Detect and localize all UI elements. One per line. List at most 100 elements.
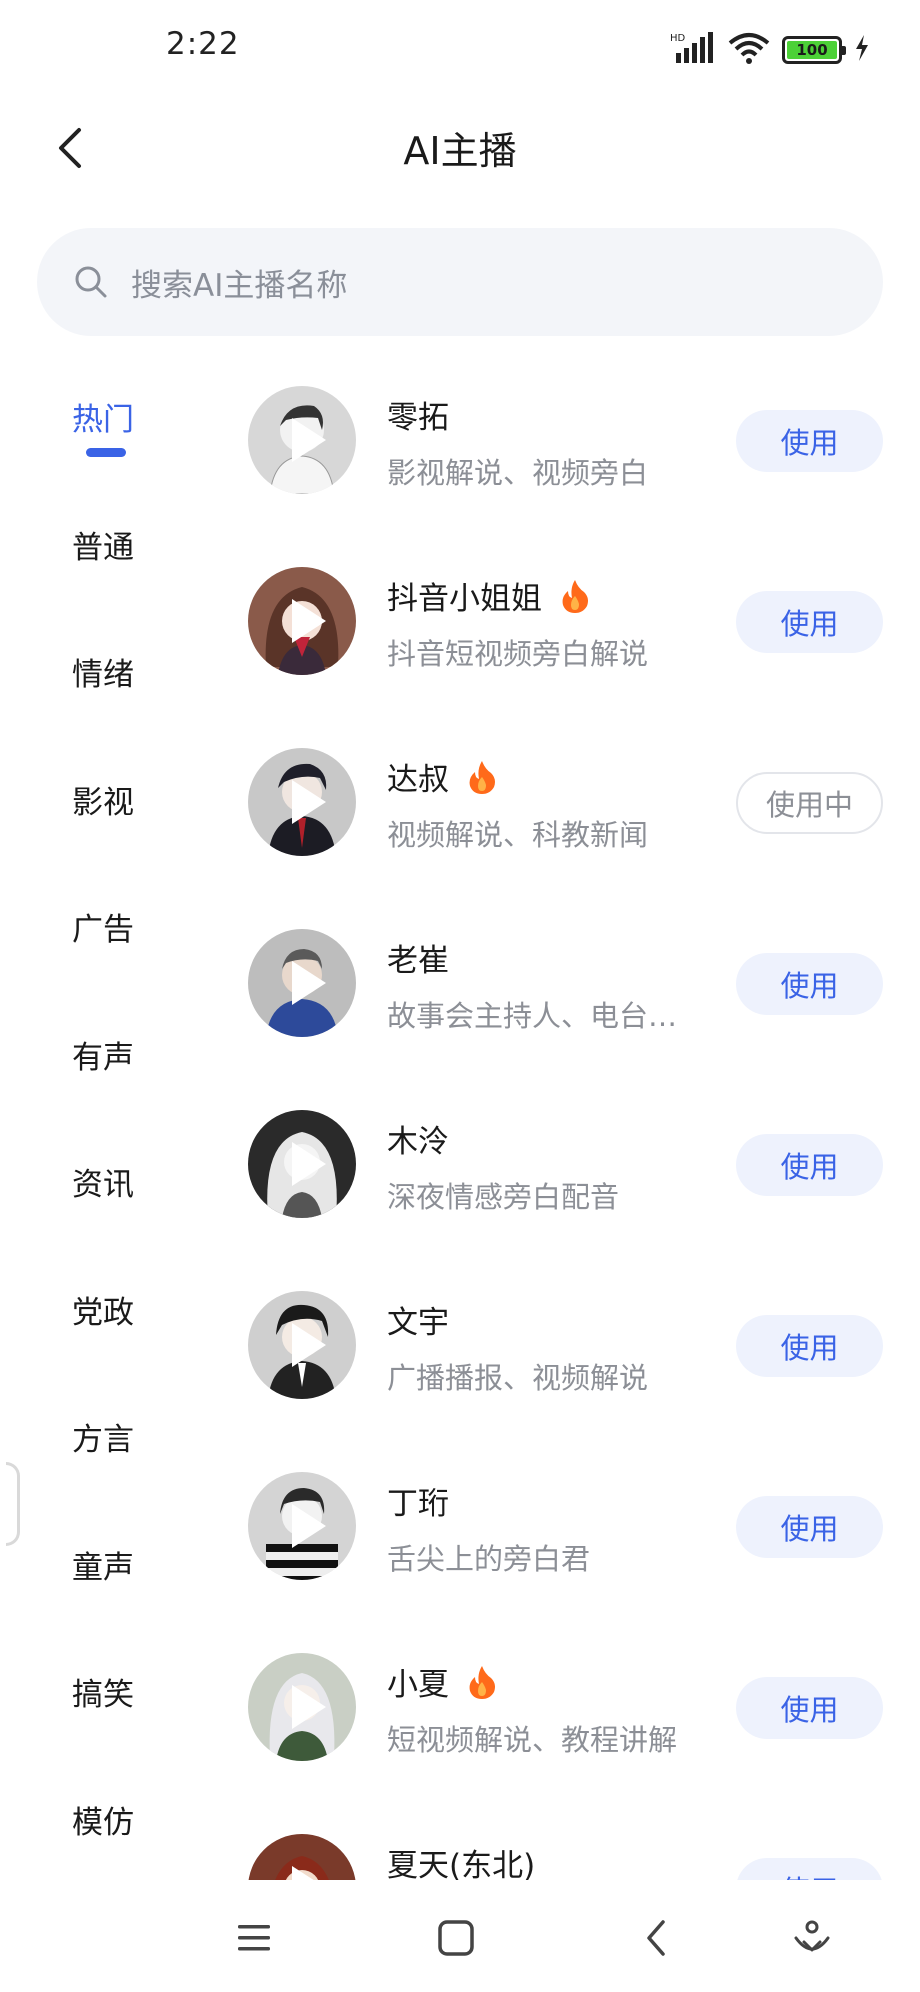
network-type-label: HD: [670, 33, 686, 44]
voice-name-line: 丁珩: [387, 1478, 449, 1523]
category-label: 影视: [72, 784, 134, 821]
chevron-left-icon: [647, 1920, 665, 1956]
category-label: 搞笑: [72, 1677, 134, 1713]
category-item-funny[interactable]: 搞笑: [0, 1655, 210, 1783]
charging-icon: [854, 35, 870, 65]
voice-description: 抖音短视频旁白解说: [387, 637, 649, 671]
voice-name: 老崔: [387, 943, 449, 979]
use-button[interactable]: 使用: [736, 1677, 883, 1739]
play-icon: [292, 1504, 326, 1548]
voice-description: 影视解说、视频旁白: [387, 456, 649, 490]
search-input[interactable]: 搜索AI主播名称: [37, 228, 883, 336]
category-item-emotion[interactable]: 情绪: [0, 635, 210, 763]
voice-name-line: 夏天(东北): [387, 1840, 535, 1880]
play-icon: [292, 1685, 326, 1729]
voice-description: 深夜情感旁白配音: [387, 1180, 620, 1214]
list-item[interactable]: 抖音小姐姐 抖音短视频旁白解说 使用: [240, 561, 920, 742]
category-label: 广告: [72, 912, 134, 948]
menu-icon: [238, 1925, 270, 1951]
voice-name-line: 木泠: [387, 1116, 449, 1161]
nav-back-button[interactable]: [626, 1908, 686, 1968]
category-item-normal[interactable]: 普通: [0, 508, 210, 636]
list-item[interactable]: 文宇 广播播报、视频解说 使用: [240, 1285, 920, 1466]
home-button[interactable]: [426, 1908, 486, 1968]
category-label: 童声: [72, 1549, 134, 1586]
use-button[interactable]: 使用: [736, 1858, 883, 1880]
avatar[interactable]: [248, 1472, 356, 1580]
active-indicator: [86, 448, 126, 457]
voice-name: 文宇: [387, 1305, 449, 1341]
use-button[interactable]: 使用: [736, 591, 883, 653]
play-icon: [292, 599, 326, 643]
list-item[interactable]: 丁珩 舌尖上的旁白君 使用: [240, 1466, 920, 1647]
voice-name: 达叔: [387, 762, 449, 798]
voice-name-line: 抖音小姐姐: [387, 573, 590, 618]
list-item[interactable]: 小夏 短视频解说、教程讲解 使用: [240, 1647, 920, 1828]
fire-icon: [562, 579, 588, 613]
list-item[interactable]: 老崔 故事会主持人、电台… 使用: [240, 923, 920, 1104]
search-icon: [73, 264, 109, 300]
category-item-child[interactable]: 童声: [0, 1528, 210, 1656]
category-item-dialect[interactable]: 方言: [0, 1400, 210, 1528]
voice-name: 丁珩: [387, 1486, 449, 1522]
use-button[interactable]: 使用: [736, 1134, 883, 1196]
avatar[interactable]: [248, 1834, 356, 1880]
list-item[interactable]: 夏天(东北) 使用: [240, 1828, 920, 1880]
voice-list: 零拓 影视解说、视频旁白 使用 抖音小姐姐 抖音短视频旁白解说 使用 达叔 视频…: [240, 380, 920, 1880]
category-sidebar: 热门 普通 情绪 影视 广告 有声 资讯 党政 方言 童声 搞笑 模仿: [0, 380, 210, 1910]
category-item-politics[interactable]: 党政: [0, 1273, 210, 1401]
battery-icon: 100: [782, 36, 846, 64]
avatar[interactable]: [248, 929, 356, 1037]
voice-name-line: 文宇: [387, 1297, 449, 1342]
screen: 2:22 HD 100 AI主播 搜索AI主播名称 热门 普通 情绪 影视 广告…: [0, 0, 920, 1992]
status-bar: 2:22 HD 100: [0, 0, 920, 100]
voice-name-line: 老崔: [387, 935, 449, 980]
fire-icon: [469, 1665, 495, 1699]
category-item-news[interactable]: 资讯: [0, 1145, 210, 1273]
avatar[interactable]: [248, 386, 356, 494]
system-nav-bar: [0, 1880, 920, 1992]
search-placeholder: 搜索AI主播名称: [131, 267, 348, 304]
list-item[interactable]: 零拓 影视解说、视频旁白 使用: [240, 380, 920, 561]
use-button[interactable]: 使用: [736, 1315, 883, 1377]
voice-name: 小夏: [387, 1667, 449, 1703]
menu-button[interactable]: [224, 1908, 284, 1968]
category-item-audio[interactable]: 有声: [0, 1018, 210, 1146]
voice-name: 零拓: [387, 400, 449, 436]
voice-description: 短视频解说、教程讲解: [387, 1723, 678, 1757]
play-icon: [292, 1142, 326, 1186]
avatar[interactable]: [248, 1653, 356, 1761]
voice-name-line: 小夏: [387, 1659, 497, 1704]
use-button[interactable]: 使用: [736, 1496, 883, 1558]
avatar[interactable]: [248, 1291, 356, 1399]
assistant-button[interactable]: [782, 1908, 842, 1968]
category-label: 模仿: [72, 1804, 134, 1841]
play-icon: [292, 780, 326, 824]
category-item-ads[interactable]: 广告: [0, 890, 210, 1018]
category-item-film[interactable]: 影视: [0, 763, 210, 891]
use-button[interactable]: 使用: [736, 410, 883, 472]
voice-description: 故事会主持人、电台…: [387, 999, 678, 1033]
category-item-hot[interactable]: 热门: [0, 380, 210, 508]
category-label: 热门: [72, 402, 134, 438]
category-label: 普通: [72, 529, 134, 566]
use-button[interactable]: 使用: [736, 953, 883, 1015]
voice-description: 视频解说、科教新闻: [387, 818, 649, 852]
status-icons: HD 100: [670, 30, 870, 70]
avatar[interactable]: [248, 748, 356, 856]
category-label: 方言: [72, 1422, 134, 1458]
voice-name: 木泠: [387, 1124, 449, 1160]
edge-handle[interactable]: [6, 1462, 20, 1546]
play-icon: [292, 1866, 314, 1880]
status-time: 2:22: [166, 26, 240, 62]
voice-name-line: 达叔: [387, 754, 497, 799]
category-label: 有声: [72, 1039, 134, 1076]
avatar[interactable]: [248, 567, 356, 675]
avatar[interactable]: [248, 1110, 356, 1218]
in-use-button[interactable]: 使用中: [736, 772, 883, 834]
play-icon: [292, 961, 326, 1005]
play-icon: [292, 1323, 326, 1367]
list-item[interactable]: 木泠 深夜情感旁白配音 使用: [240, 1104, 920, 1285]
voice-description: 广播播报、视频解说: [387, 1361, 649, 1395]
list-item[interactable]: 达叔 视频解说、科教新闻 使用中: [240, 742, 920, 923]
